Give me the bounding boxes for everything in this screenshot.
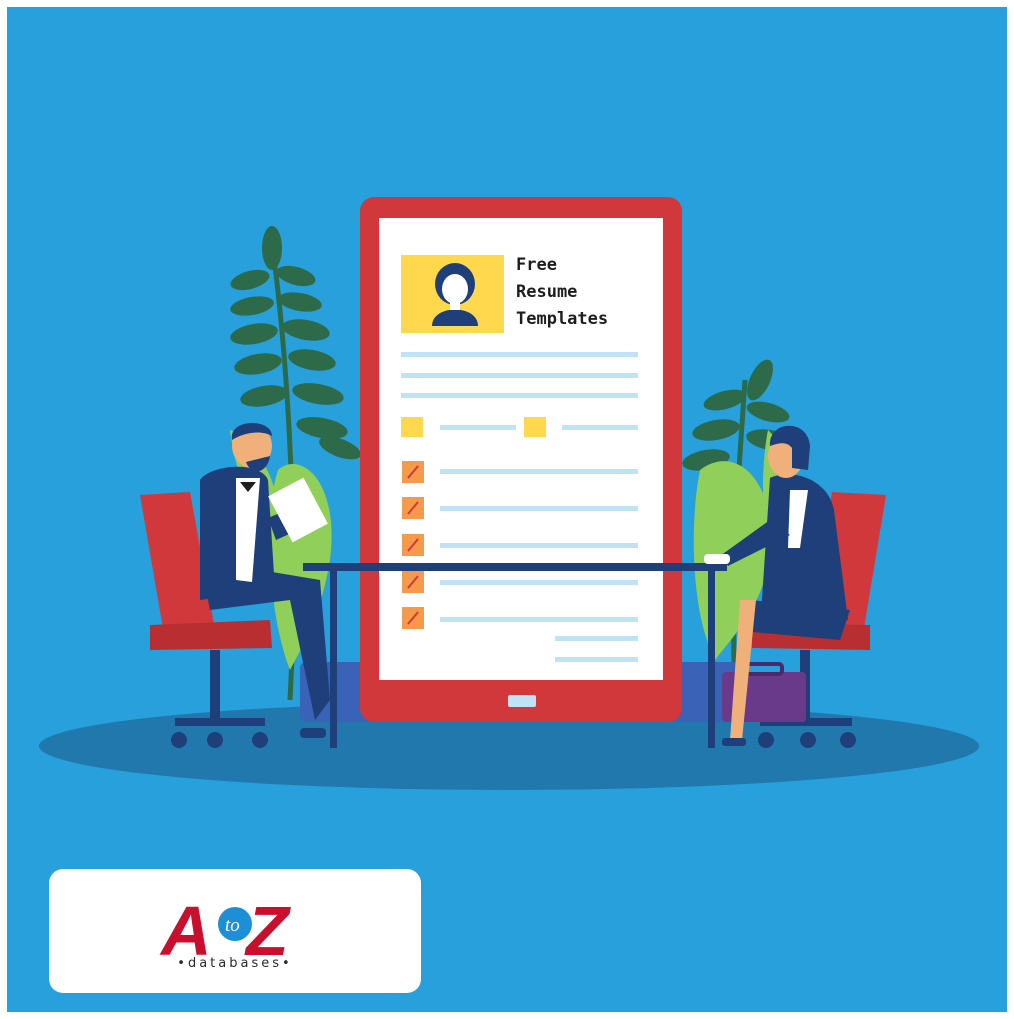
bullet-square-2 [524,417,546,437]
bullet-square-1 [401,417,423,437]
illustration [7,7,1007,1012]
resume-title: Free Resume Templates [516,252,608,333]
brand-logo: A to Z [159,892,291,970]
profile-avatar-icon [432,263,478,326]
logo-tagline: •databases• [177,956,293,971]
resume-title-line-2: Resume [516,282,578,302]
resume-title-line-1: Free [516,255,557,275]
resume-title-line-3: Templates [516,309,609,329]
logo-letter-to: to [225,915,240,936]
tablet-home-button [508,695,536,707]
brand-logo-card[interactable]: A to Z •databases• [49,869,421,993]
